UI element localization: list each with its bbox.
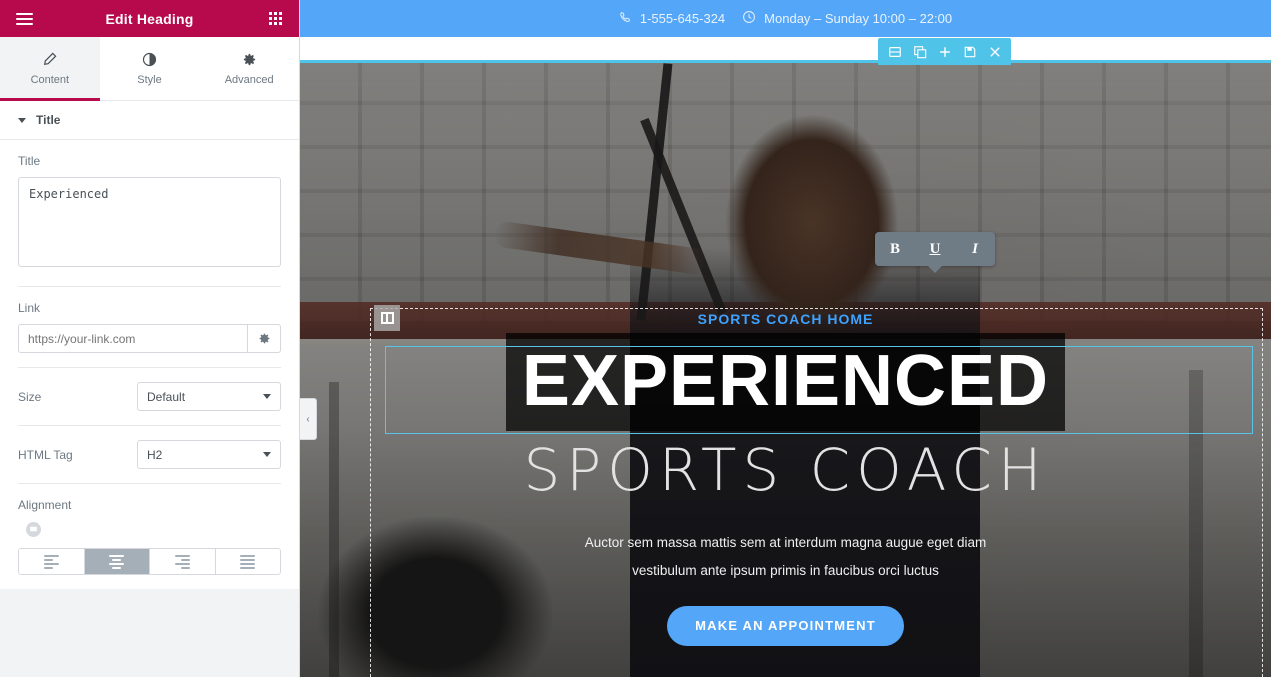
html-tag-select[interactable]: H2 (137, 440, 281, 469)
align-center-icon (109, 554, 125, 569)
grid-icon[interactable] (262, 6, 288, 32)
clock-icon (742, 10, 756, 27)
edit-section-button[interactable] (882, 38, 907, 65)
contrast-icon (142, 51, 157, 67)
tab-advanced[interactable]: Advanced (199, 37, 300, 100)
chevron-down-icon (263, 394, 271, 399)
control-title: Title (18, 140, 281, 287)
control-link: Link (18, 287, 281, 368)
align-right-icon (174, 554, 190, 569)
panel-collapse-handle[interactable]: ‹ (300, 398, 317, 440)
tab-style-label: Style (137, 74, 162, 86)
tab-content[interactable]: Content (0, 37, 100, 101)
control-link-label: Link (18, 301, 41, 315)
control-html-tag-label: HTML Tag (18, 447, 73, 462)
controls-list: Title Link Size Default (0, 140, 299, 589)
section-title-toggle[interactable]: Title (0, 101, 299, 140)
align-justify-button[interactable] (215, 548, 281, 575)
duplicate-section-button[interactable] (907, 38, 932, 65)
align-left-button[interactable] (18, 548, 85, 575)
align-center-button[interactable] (84, 548, 150, 575)
control-size-label: Size (18, 389, 42, 404)
save-section-button[interactable] (957, 38, 982, 65)
size-select-value: Default (147, 389, 186, 404)
control-alignment: Alignment (18, 484, 281, 589)
hero-title[interactable]: EXPERIENCED (505, 333, 1066, 431)
topbar-hours: Monday – Sunday 10:00 – 22:00 (742, 10, 952, 27)
chevron-down-icon (263, 452, 271, 457)
hero-description[interactable]: Auctor sem massa mattis sem at interdum … (585, 529, 986, 586)
caret-down-icon (18, 117, 26, 123)
topbar-hours-text: Monday – Sunday 10:00 – 22:00 (764, 11, 953, 26)
align-left-icon (43, 554, 59, 569)
tab-content-label: Content (30, 74, 70, 86)
hero-title-wrap: EXPERIENCED (505, 333, 1066, 431)
link-options-gear-icon[interactable] (247, 324, 281, 353)
panel-body: Title Title Link Siz (0, 101, 299, 677)
tab-style[interactable]: Style (99, 37, 200, 100)
column-icon (380, 312, 394, 324)
chevron-left-icon: ‹ (306, 413, 310, 425)
topbar-phone[interactable]: 1-555-645-324 (619, 11, 725, 27)
hero-description-line2: vestibulum ante ipsum primis in faucibus… (632, 563, 939, 579)
html-tag-select-value: H2 (147, 447, 163, 462)
control-title-label: Title (18, 154, 41, 168)
delete-section-button[interactable] (982, 38, 1007, 65)
preview-canvas: 1-555-645-324 Monday – Sunday 10:00 – 22… (300, 0, 1271, 677)
editor-panel: Edit Heading Content Style Advanced Titl… (0, 0, 300, 677)
align-right-button[interactable] (150, 548, 216, 575)
section-toolbar (878, 38, 1011, 65)
link-input[interactable] (18, 324, 247, 353)
control-alignment-label: Alignment (18, 498, 72, 512)
title-textarea[interactable] (18, 177, 281, 267)
hamburger-icon[interactable] (11, 6, 37, 32)
phone-icon (619, 11, 632, 27)
site-topbar: 1-555-645-324 Monday – Sunday 10:00 – 22… (300, 0, 1271, 37)
hero-section[interactable]: SPORTS COACH HOME EXPERIENCED SPORTS COA… (300, 60, 1271, 677)
tab-advanced-label: Advanced (224, 74, 274, 86)
panel-title: Edit Heading (105, 10, 194, 27)
hero-content: EXPERIENCED SPORTS COACH Auctor sem mass… (300, 63, 1271, 677)
hero-description-line1: Auctor sem massa mattis sem at interdum … (584, 535, 987, 550)
alignment-button-group (18, 548, 281, 575)
responsive-icon[interactable] (26, 522, 41, 538)
control-html-tag: HTML Tag H2 (18, 426, 281, 484)
site-nav-strip (300, 37, 1271, 60)
add-section-button[interactable] (932, 38, 957, 65)
control-size: Size Default (18, 368, 281, 426)
hero-subtitle[interactable]: SPORTS COACH (523, 441, 1047, 499)
align-justify-icon (240, 554, 256, 569)
panel-tabs: Content Style Advanced (0, 37, 300, 101)
bold-button[interactable]: B (875, 232, 915, 266)
column-handle[interactable] (374, 305, 400, 331)
section-title-label: Title (36, 113, 61, 127)
size-select[interactable]: Default (137, 382, 281, 411)
topbar-phone-text: 1-555-645-324 (639, 11, 726, 26)
panel-header: Edit Heading (0, 0, 299, 37)
elementor-editor: Edit Heading Content Style Advanced Titl… (0, 0, 1271, 677)
italic-button[interactable]: I (955, 232, 995, 266)
make-appointment-button[interactable]: MAKE AN APPOINTMENT (667, 605, 904, 646)
text-format-toolbar: B U I (875, 232, 995, 273)
underline-button[interactable]: U (915, 232, 955, 266)
gear-icon (242, 51, 257, 67)
pencil-icon (42, 51, 57, 67)
